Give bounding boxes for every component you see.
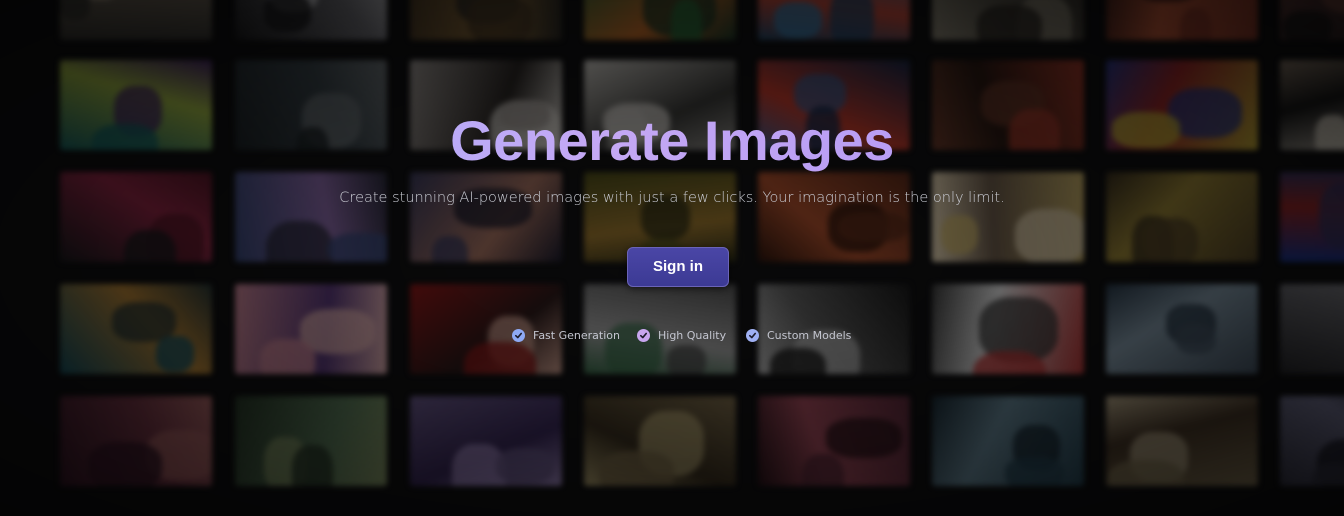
feature-label: Custom Models [767, 328, 852, 342]
sign-in-button[interactable]: Sign in [627, 247, 729, 287]
hero-subtitle: Create stunning AI-powered images with j… [339, 190, 1005, 206]
hero-section: Generate Images Create stunning AI-power… [0, 0, 1344, 516]
check-circle-icon [637, 328, 650, 342]
feature-fast-generation: Fast Generation [512, 326, 620, 344]
feature-label: High Quality [658, 328, 727, 342]
landing-page: Generate Images Create stunning AI-power… [0, 0, 1344, 516]
feature-custom-models: Custom Models [746, 326, 851, 344]
check-circle-icon [746, 328, 759, 342]
feature-label: Fast Generation [533, 328, 620, 342]
page-title: Generate Images [0, 108, 1344, 174]
feature-high-quality: High Quality [637, 326, 726, 344]
feature-list: Fast Generation High Quality Custom Mode… [0, 326, 1344, 344]
check-circle-icon [512, 328, 525, 342]
